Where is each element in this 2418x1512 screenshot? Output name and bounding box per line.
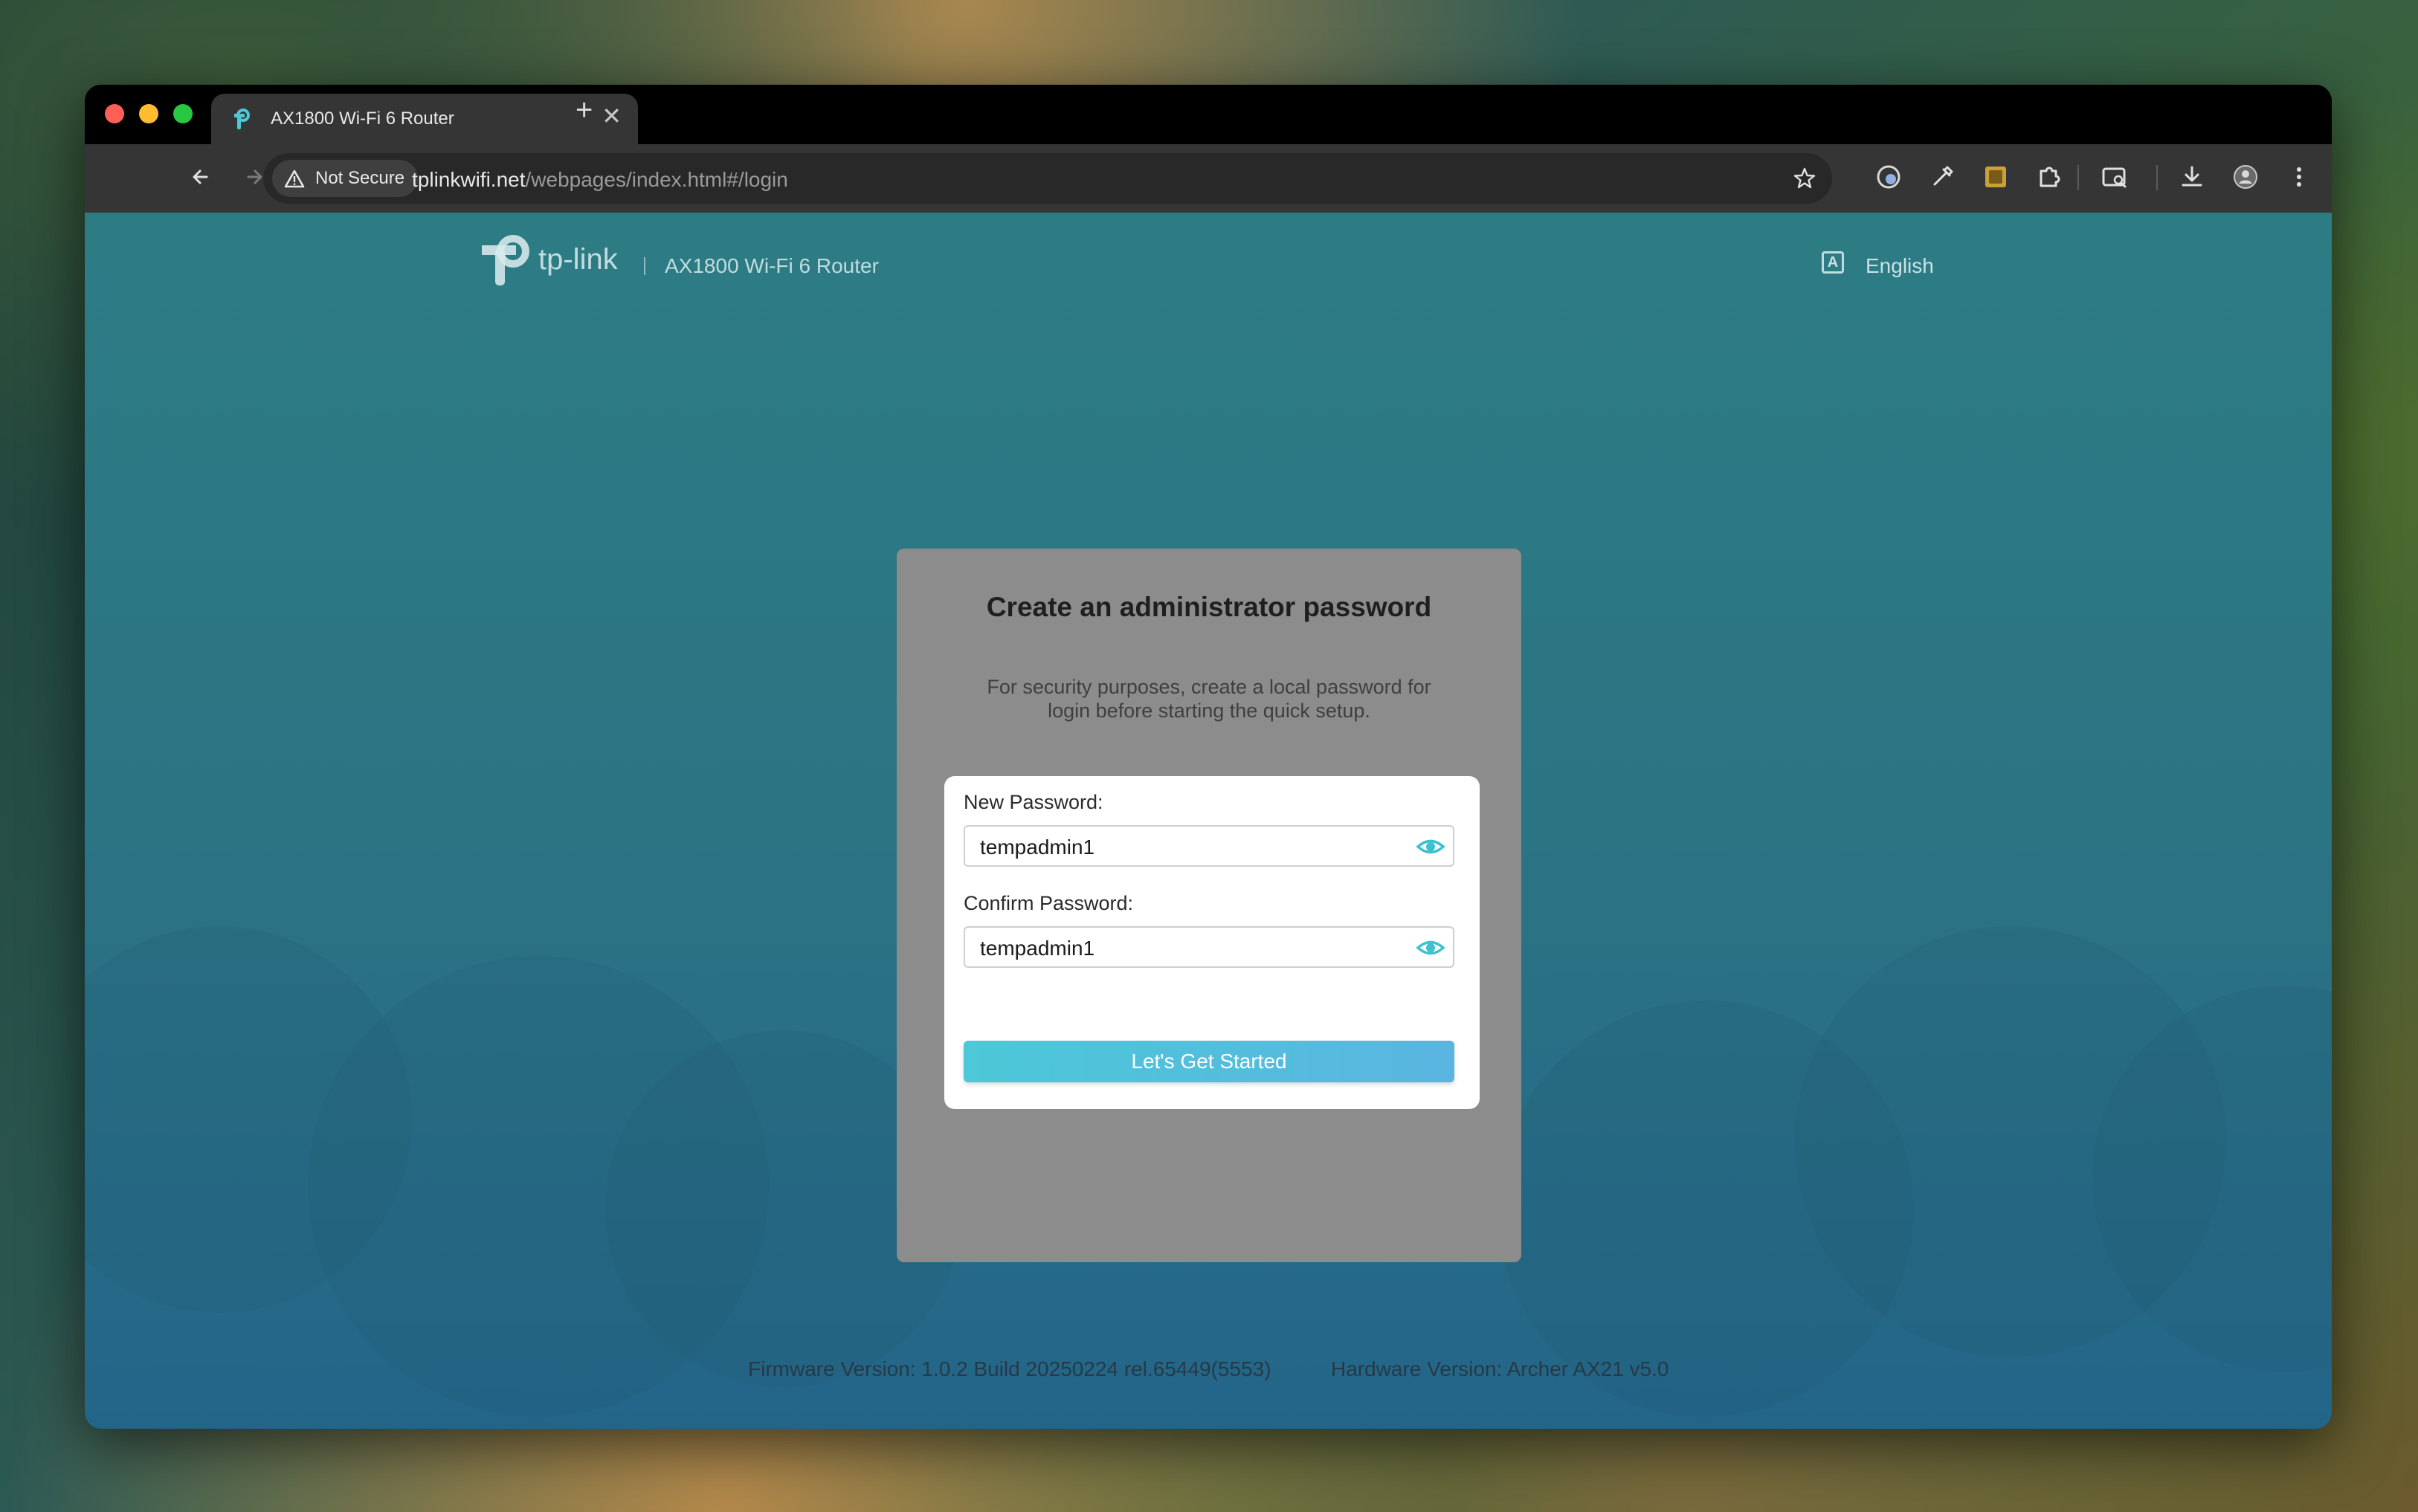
minimize-window-button[interactable]: [139, 104, 158, 123]
security-chip[interactable]: Not Secure: [272, 160, 419, 197]
toolbar-separator: [2156, 165, 2158, 190]
address-bar[interactable]: Not Secure tplinkwifi.net/webpages/index…: [263, 153, 1832, 204]
new-password-field[interactable]: tempadmin1: [964, 825, 1454, 867]
card-description: For security purposes, create a local pa…: [987, 676, 1431, 722]
tplink-logo: tp-link: [479, 229, 628, 288]
url-text[interactable]: tplinkwifi.net/webpages/index.html#/logi…: [412, 168, 788, 192]
new-password-label: New Password:: [964, 791, 1103, 813]
close-window-button[interactable]: [105, 104, 124, 123]
language-icon[interactable]: A: [1822, 251, 1844, 274]
bookmark-star-icon[interactable]: [1792, 166, 1817, 191]
hardware-version: Hardware Version: Archer AX21 v5.0: [1331, 1357, 1669, 1380]
confirm-password-field[interactable]: tempadmin1: [964, 926, 1454, 968]
confirm-password-label: Confirm Password:: [964, 892, 1134, 914]
show-password-eye-icon[interactable]: [1416, 936, 1445, 960]
card-title: Create an administrator password: [986, 592, 1432, 622]
confirm-password-value: tempadmin1: [980, 937, 1095, 960]
privacy-extension-icon[interactable]: [1872, 161, 1905, 193]
tab-bar: AX1800 Wi-Fi 6 Router ✕ +: [85, 85, 2332, 144]
url-path: /webpages/index.html#/login: [525, 168, 788, 191]
page-viewport: tp-link AX1800 Wi-Fi 6 Router A English …: [85, 213, 2332, 1429]
firmware-version: Firmware Version: 1.0.2 Build 20250224 r…: [748, 1357, 1271, 1380]
show-password-eye-icon[interactable]: [1416, 835, 1445, 859]
more-menu-icon[interactable]: [2283, 161, 2315, 193]
back-arrow-icon[interactable]: [184, 161, 217, 193]
security-chip-label: Not Secure: [315, 168, 405, 188]
get-started-button[interactable]: Let's Get Started: [964, 1041, 1454, 1082]
header-divider: [644, 257, 645, 275]
new-tab-button[interactable]: +: [576, 95, 593, 125]
browser-window: AX1800 Wi-Fi 6 Router ✕ + Not Secure tpl…: [85, 85, 2332, 1429]
logo-text: tp-link: [538, 243, 619, 276]
js-extension-icon[interactable]: [1979, 161, 2012, 193]
profile-avatar-icon[interactable]: [2229, 161, 2262, 193]
router-model: AX1800 Wi-Fi 6 Router: [665, 254, 879, 277]
tplink-logo-mark-icon: tp-link: [482, 235, 619, 285]
toolbar-separator: [2077, 165, 2079, 190]
browser-toolbar: Not Secure tplinkwifi.net/webpages/index…: [85, 144, 2332, 213]
tab-close-icon[interactable]: ✕: [602, 104, 622, 128]
new-password-value: tempadmin1: [980, 836, 1095, 859]
tab-search-icon[interactable]: [2098, 161, 2131, 193]
password-card: Create an administrator password For sec…: [897, 549, 1521, 1262]
tab-router[interactable]: AX1800 Wi-Fi 6 Router ✕: [211, 94, 638, 144]
eyedropper-icon[interactable]: [1926, 161, 1958, 193]
language-selector[interactable]: English: [1866, 254, 1934, 278]
download-icon[interactable]: [2176, 161, 2208, 193]
warning-triangle-icon: [284, 169, 305, 188]
tab-title: AX1800 Wi-Fi 6 Router: [271, 109, 454, 129]
password-form: New Password: tempadmin1 Confirm Passwor…: [944, 776, 1480, 1109]
extensions-puzzle-icon[interactable]: [2033, 161, 2066, 193]
tplink-favicon-icon: [234, 109, 250, 129]
url-host: tplinkwifi.net: [412, 168, 526, 191]
zoom-window-button[interactable]: [173, 104, 193, 123]
